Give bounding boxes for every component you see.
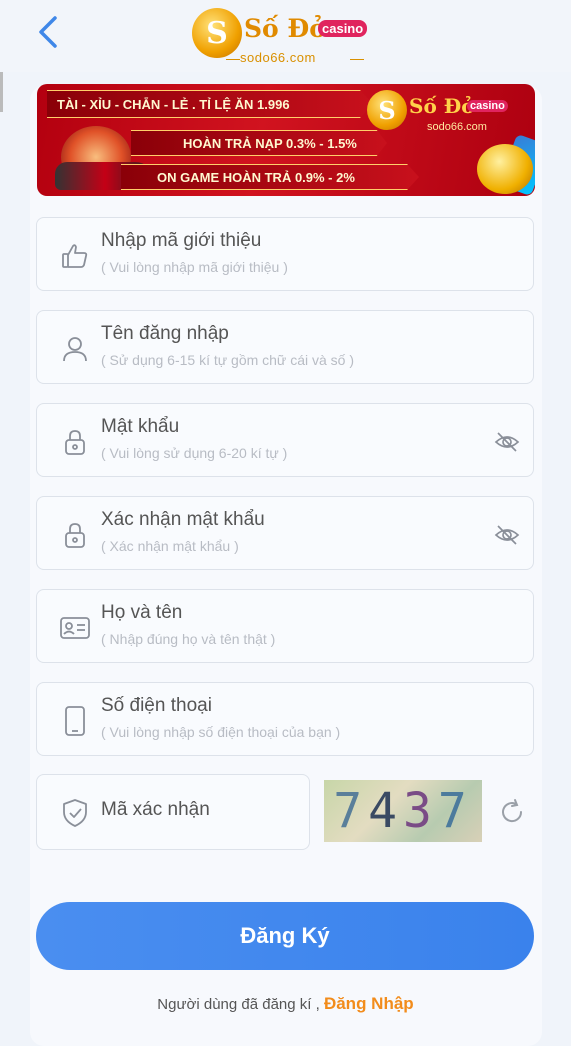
- smartphone-icon: [59, 705, 91, 737]
- back-button[interactable]: [30, 14, 66, 50]
- logo-divider: [226, 59, 240, 60]
- lock-icon: [59, 426, 91, 458]
- confirm-password-field[interactable]: Xác nhận mật khẩu: [36, 496, 534, 570]
- logo-divider: [350, 59, 364, 60]
- full-name-input[interactable]: [101, 631, 481, 647]
- banner-logo-domain: sodo66.com: [427, 121, 487, 133]
- phone-label: Số điện thoại: [101, 695, 212, 716]
- captcha-field[interactable]: Mã xác nhận: [36, 774, 310, 850]
- banner-logo: S Số Đỏ casino sodo66.com: [367, 90, 535, 136]
- register-button[interactable]: Đăng Ký: [36, 902, 534, 970]
- phone-field[interactable]: Số điện thoại: [36, 682, 534, 756]
- confirm-password-input[interactable]: [101, 538, 481, 554]
- logo-badge: casino: [318, 20, 368, 37]
- referral-code-label: Nhập mã giới thiệu: [101, 230, 262, 251]
- login-prompt: Người dùng đã đăng kí , Đăng Nhập: [0, 994, 571, 1014]
- phone-input[interactable]: [101, 724, 481, 740]
- id-card-icon: [59, 612, 91, 644]
- banner-logo-badge: casino: [467, 100, 508, 112]
- full-name-field[interactable]: Họ và tên: [36, 589, 534, 663]
- referral-code-input[interactable]: [101, 259, 481, 275]
- refresh-captcha-button[interactable]: [496, 796, 528, 828]
- banner-line-2: HOÀN TRẢ NẠP 0.3% - 1.5%: [131, 130, 387, 156]
- logo-domain: sodo66.com: [240, 50, 316, 65]
- site-logo: S Số Đỏ casino sodo66.com: [192, 8, 382, 68]
- captcha-digit: 4: [368, 783, 403, 839]
- referral-code-field[interactable]: Nhập mã giới thiệu: [36, 217, 534, 291]
- shield-check-icon: [59, 797, 91, 829]
- thumbs-up-icon: [59, 240, 91, 272]
- banner-line-1: TÀI - XỈU - CHẴN - LẺ . TỈ LỆ ĂN 1.996: [47, 90, 373, 118]
- user-icon: [59, 333, 91, 365]
- eye-off-icon[interactable]: [493, 521, 521, 549]
- logo-mark-icon: S: [192, 8, 242, 58]
- password-field[interactable]: Mật khẩu: [36, 403, 534, 477]
- login-prompt-text: Người dùng đã đăng kí ,: [157, 996, 320, 1013]
- captcha-digit: 7: [437, 783, 473, 839]
- logo-text: Số Đỏ: [244, 14, 326, 43]
- password-label: Mật khẩu: [101, 416, 180, 437]
- refresh-icon: [502, 799, 523, 823]
- top-bar: S Số Đỏ casino sodo66.com: [0, 0, 571, 72]
- username-input[interactable]: [101, 352, 481, 368]
- eye-off-icon[interactable]: [493, 428, 521, 456]
- captcha-digit: 3: [403, 783, 438, 839]
- chevron-left-icon: [39, 16, 57, 48]
- banner-line-3: ON GAME HOÀN TRẢ 0.9% - 2%: [121, 164, 419, 190]
- username-label: Tên đăng nhập: [101, 323, 229, 344]
- captcha-digit: 7: [333, 783, 369, 839]
- full-name-label: Họ và tên: [101, 602, 183, 623]
- coin-image: [477, 144, 533, 194]
- login-link[interactable]: Đăng Nhập: [324, 994, 414, 1013]
- captcha-image[interactable]: 7 4 3 7: [324, 780, 482, 842]
- edge-divider: [0, 72, 3, 112]
- captcha-label: Mã xác nhận: [101, 799, 210, 820]
- username-field[interactable]: Tên đăng nhập: [36, 310, 534, 384]
- promo-banner[interactable]: TÀI - XỈU - CHẴN - LẺ . TỈ LỆ ĂN 1.996 H…: [37, 84, 535, 196]
- banner-logo-text: Số Đỏ: [409, 94, 475, 118]
- confirm-password-label: Xác nhận mật khẩu: [101, 509, 265, 530]
- lock-icon: [59, 519, 91, 551]
- password-input[interactable]: [101, 445, 481, 461]
- banner-logo-mark-icon: S: [367, 90, 407, 130]
